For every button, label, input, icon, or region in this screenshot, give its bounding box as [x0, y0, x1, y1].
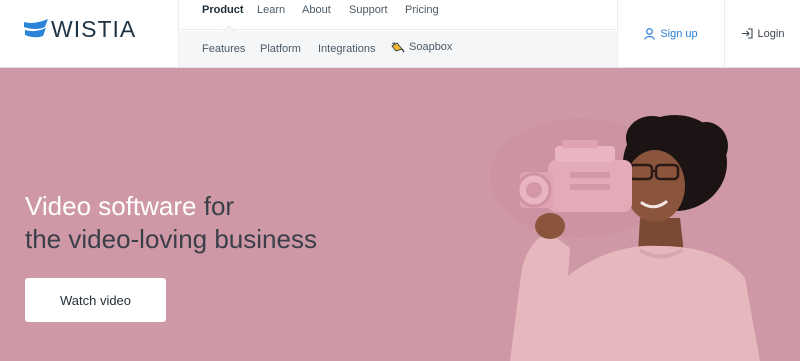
- hero-headline-dark-1: for: [203, 191, 235, 221]
- soapbox-label: Soapbox: [409, 41, 453, 53]
- login-label: Login: [757, 27, 785, 40]
- login-link[interactable]: Login: [741, 27, 785, 40]
- user-icon: [644, 27, 656, 40]
- hero-headline-light: Video software: [25, 191, 197, 221]
- hero-headline: Video software for the video-loving busi…: [25, 190, 445, 256]
- login-area: Login: [724, 0, 800, 67]
- wistia-logo[interactable]: WISTIA: [24, 15, 137, 42]
- primary-nav: Product Learn About Support Pricing: [179, 0, 617, 30]
- hero-image-woman-with-camera: [490, 115, 760, 361]
- site-header: WISTIA Product Learn About Support Prici…: [0, 0, 800, 68]
- subnav-item-integrations[interactable]: Integrations: [318, 43, 375, 55]
- signup-area: Sign up: [617, 0, 724, 67]
- nav-item-pricing[interactable]: Pricing: [405, 4, 439, 16]
- hero-section: Video software for the video-loving busi…: [0, 68, 800, 361]
- hero-headline-dark-2: the video-loving business: [25, 224, 317, 254]
- nav-item-support[interactable]: Support: [349, 4, 388, 16]
- main-nav: Product Learn About Support Pricing Feat…: [178, 0, 617, 67]
- nav-item-product[interactable]: Product: [202, 4, 244, 16]
- subnav-item-features[interactable]: Features: [202, 43, 245, 55]
- subnav-item-platform[interactable]: Platform: [260, 43, 301, 55]
- signup-label: Sign up: [660, 27, 698, 40]
- subnav-item-soapbox[interactable]: Soapbox: [391, 41, 452, 53]
- nav-item-about[interactable]: About: [302, 4, 331, 16]
- brand-name: WISTIA: [51, 15, 137, 42]
- login-arrow-icon: [741, 28, 753, 39]
- nav-item-learn[interactable]: Learn: [257, 4, 285, 16]
- watch-video-button[interactable]: Watch video: [25, 278, 166, 322]
- soapbox-megaphone-icon: [391, 41, 405, 53]
- signup-link[interactable]: Sign up: [644, 27, 698, 40]
- wistia-mark-icon: [24, 19, 48, 38]
- secondary-nav: Features Platform Integrations Soapbox: [179, 31, 617, 67]
